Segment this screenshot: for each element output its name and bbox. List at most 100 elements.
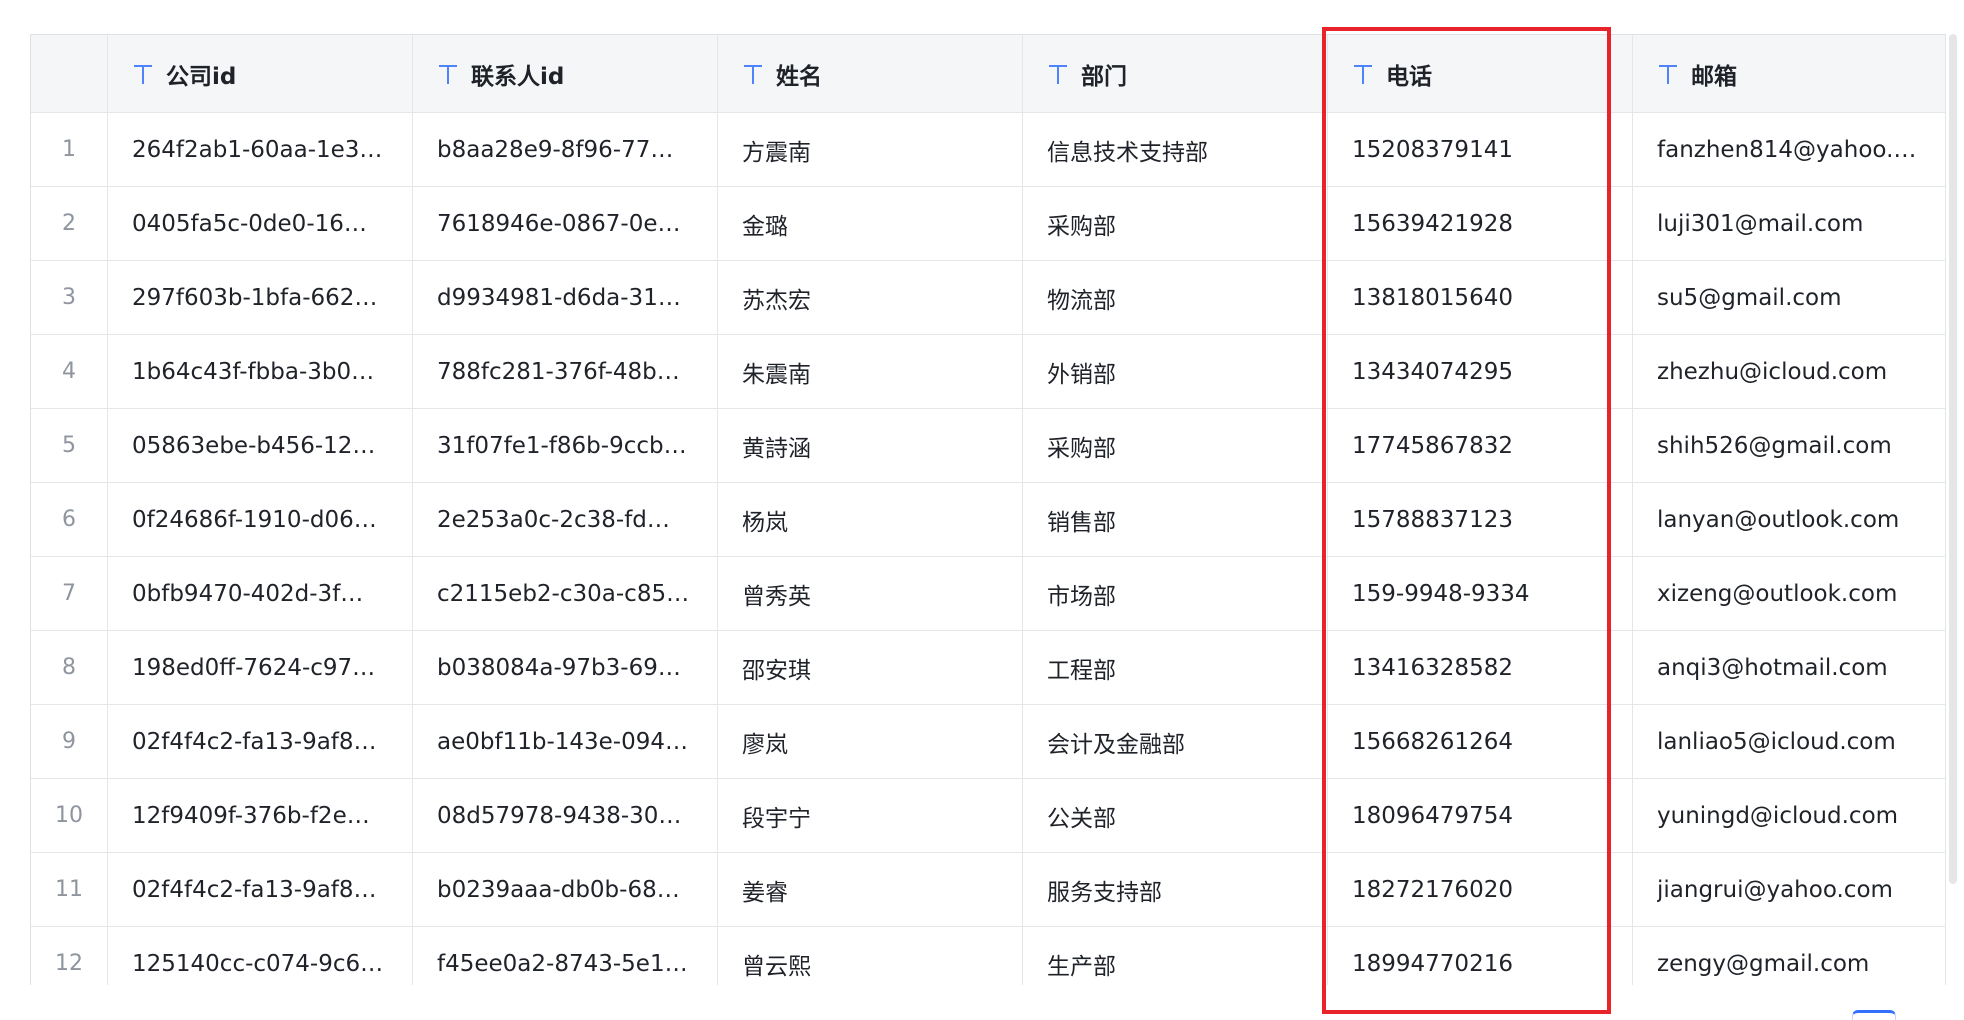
cell-phone[interactable]: 18994770216 bbox=[1328, 927, 1633, 985]
cell-phone[interactable]: 18096479754 bbox=[1328, 779, 1633, 852]
cell-department[interactable]: 公关部 bbox=[1023, 779, 1328, 852]
table-row[interactable]: 11 02f4f4c2-fa13-9af8… b0239aaa-db0b-68… 姜睿… bbox=[31, 853, 1946, 927]
cell-name[interactable]: 姜睿 bbox=[718, 853, 1023, 926]
cell-text: 姜睿 bbox=[742, 879, 788, 906]
cell-email[interactable]: jiangrui@yahoo.com bbox=[1633, 853, 1946, 926]
table-row[interactable]: 7 0bfb9470-402d-3f… c2115eb2-c30a-c85… 曾秀英 市… bbox=[31, 557, 1946, 631]
cell-email[interactable]: zengy@gmail.com bbox=[1633, 927, 1946, 985]
column-header-email[interactable]: 邮箱 bbox=[1633, 35, 1946, 112]
cell-name[interactable]: 杨岚 bbox=[718, 483, 1023, 556]
cell-name[interactable]: 苏杰宏 bbox=[718, 261, 1023, 334]
cell-department[interactable]: 市场部 bbox=[1023, 557, 1328, 630]
cell-contact-id[interactable]: c2115eb2-c30a-c85… bbox=[413, 557, 718, 630]
cell-company-id[interactable]: 02f4f4c2-fa13-9af8… bbox=[108, 705, 413, 778]
cell-company-id[interactable]: 12f9409f-376b-f2e… bbox=[108, 779, 413, 852]
cell-department[interactable]: 销售部 bbox=[1023, 483, 1328, 556]
cell-department[interactable]: 信息技术支持部 bbox=[1023, 113, 1328, 186]
cell-department[interactable]: 外销部 bbox=[1023, 335, 1328, 408]
cell-company-id[interactable]: 297f603b-1bfa-662… bbox=[108, 261, 413, 334]
cell-email[interactable]: zhezhu@icloud.com bbox=[1633, 335, 1946, 408]
table-row[interactable]: 6 0f24686f-1910-d06… 2e253a0c-2c38-fd… 杨岚 销售… bbox=[31, 483, 1946, 557]
corner-button[interactable] bbox=[1852, 1010, 1896, 1020]
cell-phone[interactable]: 15208379141 bbox=[1328, 113, 1633, 186]
cell-email[interactable]: yuningd@icloud.com bbox=[1633, 779, 1946, 852]
table-row[interactable]: 8 198ed0ff-7624-c97… b038084a-97b3-69… 邵安琪 工… bbox=[31, 631, 1946, 705]
cell-contact-id[interactable]: b8aa28e9-8f96-77… bbox=[413, 113, 718, 186]
table-row[interactable]: 10 12f9409f-376b-f2e… 08d57978-9438-30… 段宇宁… bbox=[31, 779, 1946, 853]
cell-phone[interactable]: 15788837123 bbox=[1328, 483, 1633, 556]
cell-email[interactable]: su5@gmail.com bbox=[1633, 261, 1946, 334]
table-row[interactable]: 4 1b64c43f-fbba-3b0… 788fc281-376f-48b… 朱震南… bbox=[31, 335, 1946, 409]
cell-email[interactable]: lanyan@outlook.com bbox=[1633, 483, 1946, 556]
cell-email[interactable]: xizeng@outlook.com bbox=[1633, 557, 1946, 630]
column-header-department[interactable]: 部门 bbox=[1023, 35, 1328, 112]
cell-contact-id[interactable]: d9934981-d6da-31… bbox=[413, 261, 718, 334]
cell-name[interactable]: 段宇宁 bbox=[718, 779, 1023, 852]
cell-name[interactable]: 曾云熙 bbox=[718, 927, 1023, 985]
cell-text: b0239aaa-db0b-68… bbox=[437, 876, 680, 903]
cell-company-id[interactable]: 05863ebe-b456-12… bbox=[108, 409, 413, 482]
cell-department[interactable]: 会计及金融部 bbox=[1023, 705, 1328, 778]
vertical-scrollbar[interactable] bbox=[1949, 34, 1957, 884]
cell-name[interactable]: 金璐 bbox=[718, 187, 1023, 260]
cell-text: 15639421928 bbox=[1352, 210, 1513, 237]
cell-phone[interactable]: 13818015640 bbox=[1328, 261, 1633, 334]
table-row[interactable]: 9 02f4f4c2-fa13-9af8… ae0bf11b-143e-094… 廖岚… bbox=[31, 705, 1946, 779]
cell-contact-id[interactable]: b038084a-97b3-69… bbox=[413, 631, 718, 704]
table-row[interactable]: 2 0405fa5c-0de0-16… 7618946e-0867-0e… 金璐 采购部… bbox=[31, 187, 1946, 261]
cell-contact-id[interactable]: 08d57978-9438-30… bbox=[413, 779, 718, 852]
cell-company-id[interactable]: 0bfb9470-402d-3f… bbox=[108, 557, 413, 630]
cell-name[interactable]: 廖岚 bbox=[718, 705, 1023, 778]
cell-department[interactable]: 工程部 bbox=[1023, 631, 1328, 704]
cell-phone[interactable]: 159-9948-9334 bbox=[1328, 557, 1633, 630]
column-header-name[interactable]: 姓名 bbox=[718, 35, 1023, 112]
cell-company-id[interactable]: 02f4f4c2-fa13-9af8… bbox=[108, 853, 413, 926]
cell-company-id[interactable]: 0f24686f-1910-d06… bbox=[108, 483, 413, 556]
cell-contact-id[interactable]: 2e253a0c-2c38-fd… bbox=[413, 483, 718, 556]
cell-email[interactable]: anqi3@hotmail.com bbox=[1633, 631, 1946, 704]
table-row[interactable]: 3 297f603b-1bfa-662… d9934981-d6da-31… 苏杰宏 物… bbox=[31, 261, 1946, 335]
cell-email[interactable]: lanliao5@icloud.com bbox=[1633, 705, 1946, 778]
cell-company-id[interactable]: 0405fa5c-0de0-16… bbox=[108, 187, 413, 260]
cell-contact-id[interactable]: 7618946e-0867-0e… bbox=[413, 187, 718, 260]
column-header-phone[interactable]: 电话 bbox=[1328, 35, 1633, 112]
cell-phone[interactable]: 18272176020 bbox=[1328, 853, 1633, 926]
cell-email[interactable]: shih526@gmail.com bbox=[1633, 409, 1946, 482]
cell-name[interactable]: 黄詩涵 bbox=[718, 409, 1023, 482]
cell-phone[interactable]: 17745867832 bbox=[1328, 409, 1633, 482]
cell-name[interactable]: 邵安琪 bbox=[718, 631, 1023, 704]
column-header-label: 部门 bbox=[1081, 63, 1127, 90]
column-header-contact-id[interactable]: 联系人id bbox=[413, 35, 718, 112]
table-row[interactable]: 12 125140cc-c074-9c6… f45ee0a2-8743-5e1… 曾云… bbox=[31, 927, 1946, 985]
cell-contact-id[interactable]: b0239aaa-db0b-68… bbox=[413, 853, 718, 926]
cell-email[interactable]: fanzhen814@yahoo.… bbox=[1633, 113, 1946, 186]
cell-phone[interactable]: 15639421928 bbox=[1328, 187, 1633, 260]
table-row[interactable]: 5 05863ebe-b456-12… 31f07fe1-f86b-9ccb… 黄詩涵… bbox=[31, 409, 1946, 483]
cell-contact-id[interactable]: 31f07fe1-f86b-9ccb… bbox=[413, 409, 718, 482]
cell-name[interactable]: 曾秀英 bbox=[718, 557, 1023, 630]
column-header-company-id[interactable]: 公司id bbox=[108, 35, 413, 112]
cell-department[interactable]: 生产部 bbox=[1023, 927, 1328, 985]
cell-department[interactable]: 采购部 bbox=[1023, 409, 1328, 482]
header-row: 公司id 联系人id 姓名 部门 电话 邮箱 bbox=[31, 35, 1946, 113]
table-row[interactable]: 1 264f2ab1-60aa-1e3… b8aa28e9-8f96-77… 方震南 信… bbox=[31, 113, 1946, 187]
cell-company-id[interactable]: 1b64c43f-fbba-3b0… bbox=[108, 335, 413, 408]
cell-text: b8aa28e9-8f96-77… bbox=[437, 136, 674, 163]
cell-phone[interactable]: 15668261264 bbox=[1328, 705, 1633, 778]
cell-company-id[interactable]: 125140cc-c074-9c6… bbox=[108, 927, 413, 985]
cell-name[interactable]: 方震南 bbox=[718, 113, 1023, 186]
cell-contact-id[interactable]: 788fc281-376f-48b… bbox=[413, 335, 718, 408]
cell-department[interactable]: 物流部 bbox=[1023, 261, 1328, 334]
cell-company-id[interactable]: 264f2ab1-60aa-1e3… bbox=[108, 113, 413, 186]
cell-phone[interactable]: 13434074295 bbox=[1328, 335, 1633, 408]
cell-contact-id[interactable]: f45ee0a2-8743-5e1… bbox=[413, 927, 718, 985]
cell-email[interactable]: luji301@mail.com bbox=[1633, 187, 1946, 260]
cell-department[interactable]: 采购部 bbox=[1023, 187, 1328, 260]
row-index-header bbox=[31, 35, 108, 112]
cell-department[interactable]: 服务支持部 bbox=[1023, 853, 1328, 926]
cell-company-id[interactable]: 198ed0ff-7624-c97… bbox=[108, 631, 413, 704]
cell-name[interactable]: 朱震南 bbox=[718, 335, 1023, 408]
cell-phone[interactable]: 13416328582 bbox=[1328, 631, 1633, 704]
cell-text: 297f603b-1bfa-662… bbox=[132, 284, 378, 311]
cell-contact-id[interactable]: ae0bf11b-143e-094… bbox=[413, 705, 718, 778]
